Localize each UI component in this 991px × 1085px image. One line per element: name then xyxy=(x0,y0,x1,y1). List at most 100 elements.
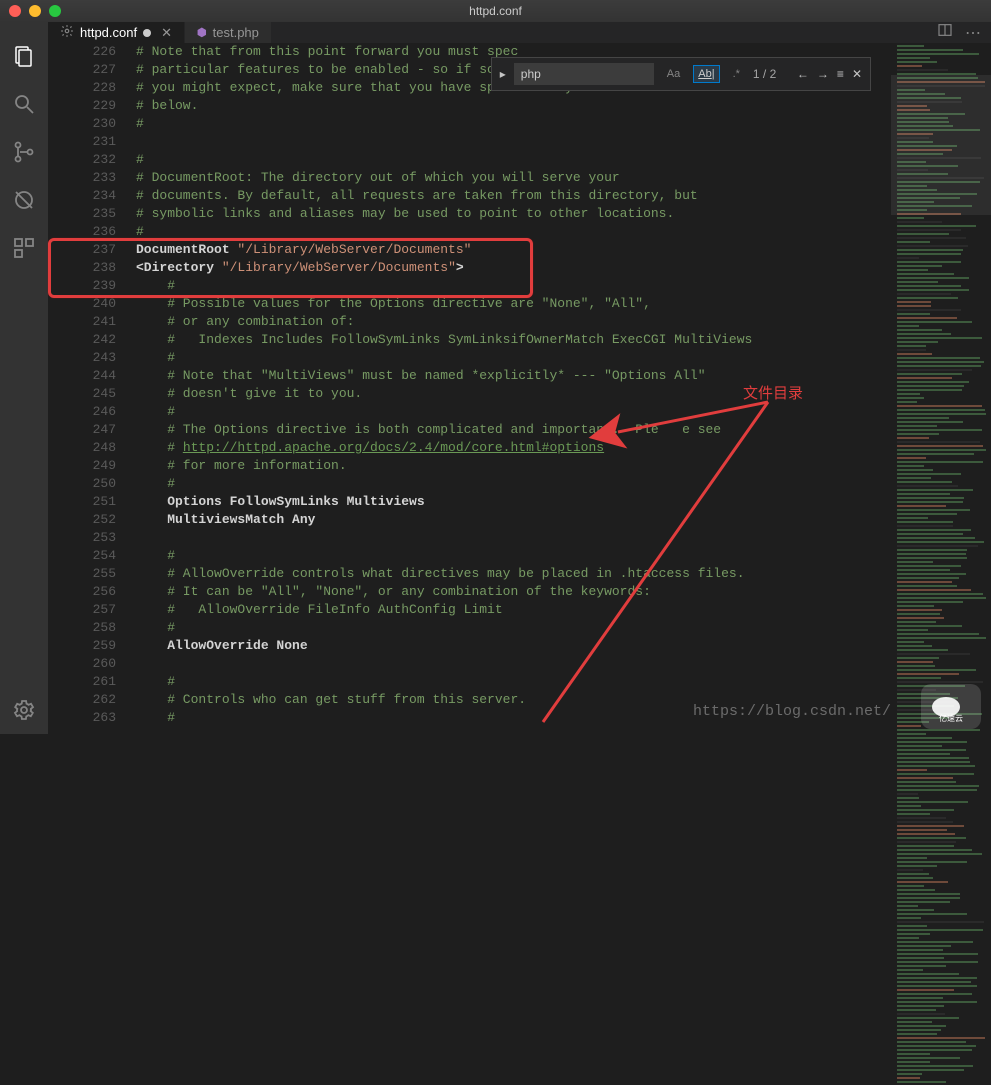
modified-indicator-icon xyxy=(143,29,151,37)
code-line[interactable]: # documents. By default, all requests ar… xyxy=(136,187,891,205)
minimap[interactable] xyxy=(891,43,991,1085)
more-actions-icon[interactable]: ⋯ xyxy=(965,23,981,43)
line-number: 242 xyxy=(48,331,116,349)
code-line[interactable]: # The Options directive is both complica… xyxy=(136,421,891,439)
line-number: 231 xyxy=(48,133,116,151)
code-line[interactable] xyxy=(136,133,891,151)
code-line[interactable]: # for more information. xyxy=(136,457,891,475)
line-number: 262 xyxy=(48,691,116,709)
code-line[interactable]: # xyxy=(136,547,891,565)
activitybar xyxy=(0,22,48,734)
line-number-gutter: 2262272282292302312322332342352362372382… xyxy=(48,43,136,1085)
code-line[interactable]: # It can be "All", "None", or any combin… xyxy=(136,583,891,601)
titlebar: httpd.conf xyxy=(0,0,991,22)
code-line[interactable]: # xyxy=(136,115,891,133)
line-number: 251 xyxy=(48,493,116,511)
match-word-option[interactable]: Ab| xyxy=(693,65,719,83)
line-number: 244 xyxy=(48,367,116,385)
code-line[interactable]: # http://httpd.apache.org/docs/2.4/mod/c… xyxy=(136,439,891,457)
code-line[interactable]: # xyxy=(136,151,891,169)
code-line[interactable]: # xyxy=(136,475,891,493)
annotation-label: 文件目录 xyxy=(743,382,803,403)
extensions-icon[interactable] xyxy=(0,224,48,272)
code-line[interactable]: # AllowOverride controls what directives… xyxy=(136,565,891,583)
tab-httpd-conf[interactable]: httpd.conf ✕ xyxy=(48,22,185,43)
find-count: 1 / 2 xyxy=(753,67,789,81)
editor-body[interactable]: 2262272282292302312322332342352362372382… xyxy=(48,43,991,1085)
find-input[interactable] xyxy=(514,63,654,85)
line-number: 236 xyxy=(48,223,116,241)
svg-text:亿速云: 亿速云 xyxy=(939,713,963,723)
line-number: 245 xyxy=(48,385,116,403)
code-line[interactable] xyxy=(136,655,891,673)
settings-icon[interactable] xyxy=(0,686,48,734)
maximize-window-button[interactable] xyxy=(49,5,61,17)
find-selection-icon[interactable]: ≡ xyxy=(837,67,844,81)
line-number: 228 xyxy=(48,79,116,97)
code-line[interactable]: # below. xyxy=(136,97,891,115)
code-line[interactable]: MultiviewsMatch Any xyxy=(136,511,891,529)
line-number: 229 xyxy=(48,97,116,115)
line-number: 255 xyxy=(48,565,116,583)
code-content[interactable]: # Note that from this point forward you … xyxy=(136,43,891,1085)
line-number: 260 xyxy=(48,655,116,673)
tab-label: httpd.conf xyxy=(80,25,137,40)
tab-test-php[interactable]: ⬢ test.php xyxy=(185,22,272,43)
line-number: 227 xyxy=(48,61,116,79)
split-editor-icon[interactable] xyxy=(937,22,953,43)
line-number: 253 xyxy=(48,529,116,547)
line-number: 241 xyxy=(48,313,116,331)
minimap-viewport[interactable] xyxy=(891,75,991,215)
code-line[interactable]: # DocumentRoot: The directory out of whi… xyxy=(136,169,891,187)
close-find-icon[interactable]: ✕ xyxy=(852,67,862,81)
code-line[interactable]: # Possible values for the Options direct… xyxy=(136,295,891,313)
code-line[interactable]: <Directory "/Library/WebServer/Documents… xyxy=(136,259,891,277)
line-number: 256 xyxy=(48,583,116,601)
regex-option[interactable]: .* xyxy=(728,65,745,83)
code-line[interactable]: # Indexes Includes FollowSymLinks SymLin… xyxy=(136,331,891,349)
gear-icon xyxy=(60,24,74,41)
code-line[interactable]: AllowOverride None xyxy=(136,637,891,655)
match-case-option[interactable]: Aa xyxy=(662,65,685,83)
code-line[interactable]: # xyxy=(136,403,891,421)
code-line[interactable]: # xyxy=(136,673,891,691)
line-number: 246 xyxy=(48,403,116,421)
minimize-window-button[interactable] xyxy=(29,5,41,17)
code-line[interactable] xyxy=(136,529,891,547)
line-number: 247 xyxy=(48,421,116,439)
code-line[interactable]: DocumentRoot "/Library/WebServer/Documen… xyxy=(136,241,891,259)
traffic-lights xyxy=(0,5,61,17)
debug-icon[interactable] xyxy=(0,176,48,224)
code-line[interactable]: # xyxy=(136,349,891,367)
toggle-replace-icon[interactable]: ▸ xyxy=(500,67,506,81)
line-number: 257 xyxy=(48,601,116,619)
line-number: 248 xyxy=(48,439,116,457)
line-number: 263 xyxy=(48,709,116,727)
find-prev-icon[interactable]: ← xyxy=(797,67,809,81)
code-line[interactable]: # xyxy=(136,223,891,241)
code-line[interactable]: # symbolic links and aliases may be used… xyxy=(136,205,891,223)
line-number: 237 xyxy=(48,241,116,259)
line-number: 232 xyxy=(48,151,116,169)
line-number: 238 xyxy=(48,259,116,277)
search-icon[interactable] xyxy=(0,80,48,128)
line-number: 234 xyxy=(48,187,116,205)
line-number: 240 xyxy=(48,295,116,313)
line-number: 226 xyxy=(48,43,116,61)
explorer-icon[interactable] xyxy=(0,32,48,80)
close-window-button[interactable] xyxy=(9,5,21,17)
php-icon: ⬢ xyxy=(197,26,207,39)
code-line[interactable]: # AllowOverride FileInfo AuthConfig Limi… xyxy=(136,601,891,619)
line-number: 235 xyxy=(48,205,116,223)
window-title: httpd.conf xyxy=(0,4,991,18)
find-next-icon[interactable]: → xyxy=(817,67,829,81)
code-line[interactable]: # or any combination of: xyxy=(136,313,891,331)
line-number: 239 xyxy=(48,277,116,295)
tabbar: httpd.conf ✕ ⬢ test.php ⋯ xyxy=(48,22,991,43)
source-control-icon[interactable] xyxy=(0,128,48,176)
code-line[interactable]: Options FollowSymLinks Multiviews xyxy=(136,493,891,511)
close-tab-icon[interactable]: ✕ xyxy=(161,25,172,41)
code-line[interactable]: # xyxy=(136,619,891,637)
line-number: 259 xyxy=(48,637,116,655)
code-line[interactable]: # xyxy=(136,277,891,295)
